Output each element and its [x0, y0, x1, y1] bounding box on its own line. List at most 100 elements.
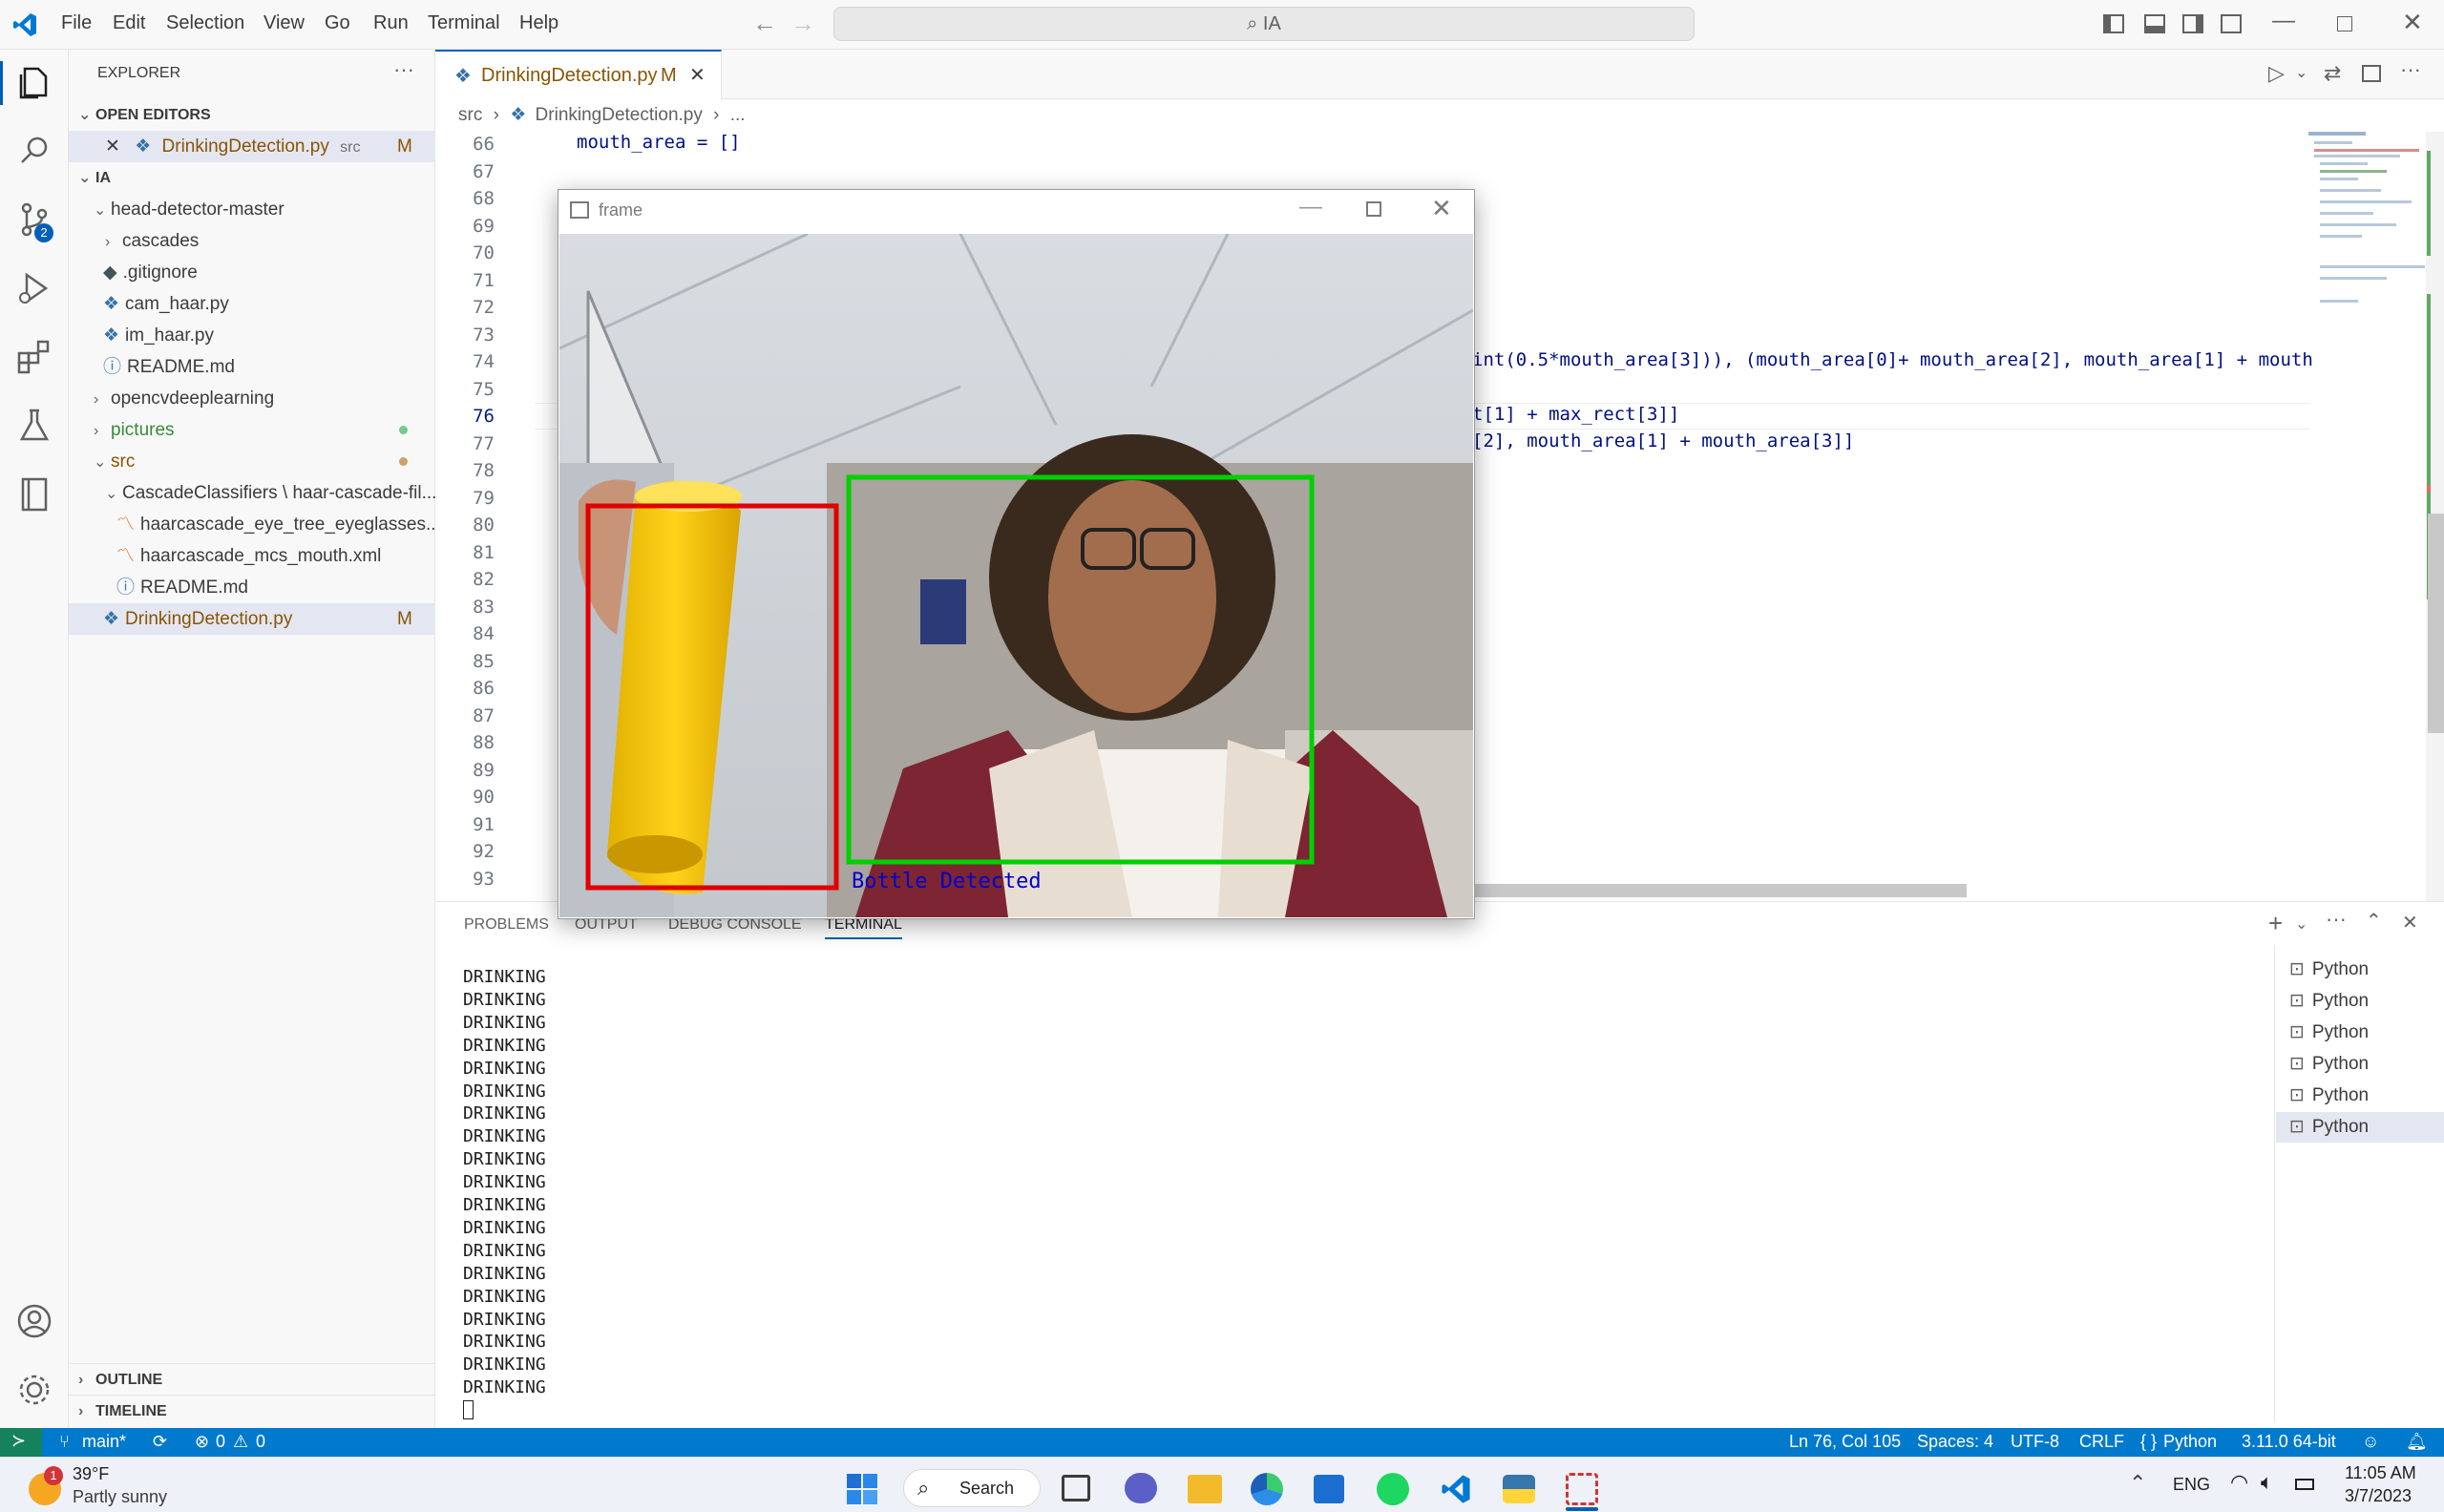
manage-gear-icon[interactable] [13, 1369, 55, 1411]
line-endings[interactable]: CRLF [2079, 1432, 2124, 1452]
tree-file-readme-src[interactable]: ⓘ README.md [69, 572, 435, 603]
close-panel-icon[interactable]: ✕ [2402, 911, 2418, 934]
edge-browser-icon[interactable] [1251, 1473, 1283, 1505]
file-explorer-icon[interactable] [1188, 1475, 1222, 1503]
notebook-icon[interactable] [13, 473, 55, 515]
warnings-count[interactable]: 0 [256, 1432, 265, 1452]
tab-terminal[interactable]: TERMINAL [825, 916, 902, 939]
tree-file-gitignore[interactable]: ◆ .gitignore [69, 257, 435, 288]
back-arrow-icon[interactable]: ← [752, 9, 777, 38]
tree-file-im-haar[interactable]: ❖ im_haar.py [69, 320, 435, 351]
teams-chat-icon[interactable] [1125, 1473, 1157, 1503]
git-branch[interactable]: main* [82, 1432, 126, 1452]
editor-more-actions-icon[interactable]: ··· [2400, 57, 2421, 82]
language-mode[interactable]: Python [2163, 1432, 2217, 1452]
weather-temperature[interactable]: 39°F [73, 1464, 109, 1484]
notifications-bell-icon[interactable]: 🔔︎ [2406, 1432, 2428, 1452]
windows-start-icon[interactable] [846, 1473, 878, 1505]
run-dropdown-chevron-icon[interactable]: ⌄ [2295, 63, 2307, 82]
close-editor-icon[interactable]: ✕ [105, 136, 120, 157]
breadcrumb-more[interactable]: ... [730, 105, 746, 125]
layout-toggle-panel-icon[interactable] [2144, 14, 2165, 33]
tree-file-mouth-xml[interactable]: 〽 haarcascade_mcs_mouth.xml [69, 540, 435, 572]
python-interpreter[interactable]: 3.11.0 64-bit [2242, 1432, 2336, 1452]
run-debug-icon[interactable] [13, 267, 55, 309]
menu-go[interactable]: Go [325, 12, 350, 34]
new-terminal-plus-icon[interactable]: + [2268, 909, 2283, 938]
clock-date[interactable]: 3/7/2023 [2345, 1486, 2412, 1506]
panel-more-actions-icon[interactable]: ··· [2326, 907, 2347, 932]
layout-toggle-secondary-icon[interactable] [2182, 14, 2203, 33]
tree-file-readme[interactable]: ⓘ README.md [69, 351, 435, 383]
menu-view[interactable]: View [263, 12, 305, 34]
open-editor-item[interactable]: ✕ ❖ DrinkingDetection.py src M [69, 131, 435, 162]
breadcrumb-file[interactable]: DrinkingDetection.py [536, 105, 703, 125]
task-view-icon[interactable] [1062, 1475, 1090, 1502]
terminal-list-item[interactable]: ⊡ Python [2276, 955, 2444, 985]
tree-file-eyeglasses-xml[interactable]: 〽 haarcascade_eye_tree_eyeglasses.... [69, 509, 435, 540]
taskbar-search-box[interactable]: ⌕ Search [903, 1469, 1041, 1507]
terminal-list-item[interactable]: ⊡ Python [2276, 1081, 2444, 1111]
editor-tab-drinkingdetection[interactable]: ❖ DrinkingDetection.py M ✕ [435, 50, 722, 100]
search-icon[interactable] [13, 130, 55, 172]
tree-folder-head-detector[interactable]: ⌄ head-detector-master [69, 194, 435, 225]
clock-time[interactable]: 11:05 AM [2345, 1463, 2416, 1483]
tab-problems[interactable]: PROBLEMS [464, 916, 549, 934]
minimap[interactable] [2308, 132, 2427, 323]
open-editors-header[interactable]: ⌄ OPEN EDITORS [69, 99, 435, 131]
errors-count[interactable]: 0 [216, 1432, 225, 1452]
maximize-panel-chevron-icon[interactable]: ⌃ [2366, 909, 2382, 933]
weather-description[interactable]: Partly sunny [73, 1487, 167, 1507]
encoding[interactable]: UTF-8 [2011, 1432, 2059, 1452]
menu-edit[interactable]: Edit [113, 12, 145, 34]
frame-close-icon[interactable]: ✕ [1431, 194, 1452, 223]
indentation[interactable]: Spaces: 4 [1917, 1432, 1993, 1452]
breadcrumb-folder[interactable]: src [458, 105, 482, 125]
more-actions-icon[interactable]: ··· [393, 57, 414, 82]
frame-minimize-icon[interactable]: — [1299, 194, 1322, 220]
tree-folder-cascades[interactable]: › cascades [69, 225, 435, 257]
input-language[interactable]: ENG [2173, 1475, 2210, 1495]
minimize-window-icon[interactable]: — [2272, 8, 2295, 34]
workspace-folder-header[interactable]: ⌄ IA [69, 162, 435, 194]
open-changes-icon[interactable]: ⇄ [2324, 61, 2341, 86]
split-editor-icon[interactable] [2362, 65, 2381, 82]
restore-window-icon[interactable] [2337, 16, 2352, 32]
horizontal-scrollbar[interactable] [1475, 884, 1967, 897]
frame-maximize-icon[interactable] [1366, 201, 1381, 217]
explorer-icon[interactable] [13, 61, 55, 103]
vertical-scrollbar[interactable] [2426, 132, 2444, 901]
tree-file-cam-haar[interactable]: ❖ cam_haar.py [69, 288, 435, 320]
menu-file[interactable]: File [61, 12, 92, 34]
microsoft-store-icon[interactable] [1314, 1475, 1344, 1503]
menu-run[interactable]: Run [373, 12, 409, 34]
terminal-list-item[interactable]: ⊡ Python [2276, 986, 2444, 1017]
run-python-file-icon[interactable]: ▷ [2268, 61, 2285, 86]
timeline-header[interactable]: › TIMELINE [69, 1395, 435, 1426]
feedback-icon[interactable]: ☺ [2362, 1432, 2379, 1452]
customize-layout-icon[interactable] [2221, 14, 2242, 33]
menu-selection[interactable]: Selection [166, 12, 244, 34]
outline-header[interactable]: › OUTLINE [69, 1363, 435, 1395]
close-tab-icon[interactable]: ✕ [689, 63, 706, 87]
show-hidden-icons-chevron-icon[interactable]: ⌃ [2129, 1471, 2146, 1496]
terminal-dropdown-chevron-icon[interactable]: ⌄ [2295, 914, 2307, 934]
extensions-icon[interactable] [13, 336, 55, 378]
vscode-taskbar-icon[interactable] [1440, 1473, 1472, 1505]
accounts-icon[interactable] [13, 1300, 55, 1342]
close-window-icon[interactable]: ✕ [2402, 8, 2423, 37]
volume-muted-icon[interactable]: 🔈︎ [2261, 1470, 2273, 1495]
snipping-tool-icon[interactable] [1566, 1473, 1598, 1505]
remote-indicator[interactable]: ≻ [0, 1428, 42, 1457]
wifi-icon[interactable]: ◠ [2230, 1470, 2248, 1495]
battery-icon[interactable] [2295, 1479, 2314, 1490]
layout-toggle-sidebar-icon[interactable] [2103, 14, 2124, 33]
sync-icon[interactable]: ⟳ [153, 1432, 167, 1452]
menu-terminal[interactable]: Terminal [428, 12, 500, 34]
tree-folder-pictures[interactable]: › pictures [69, 414, 435, 446]
tree-folder-opencvdeeplearning[interactable]: › opencvdeeplearning [69, 383, 435, 414]
menu-help[interactable]: Help [519, 12, 558, 34]
tree-file-drinkingdetection[interactable]: ❖ DrinkingDetection.py M [69, 603, 435, 635]
terminal-list-item[interactable]: ⊡ Python [2276, 1112, 2444, 1143]
terminal-list-item[interactable]: ⊡ Python [2276, 1049, 2444, 1080]
